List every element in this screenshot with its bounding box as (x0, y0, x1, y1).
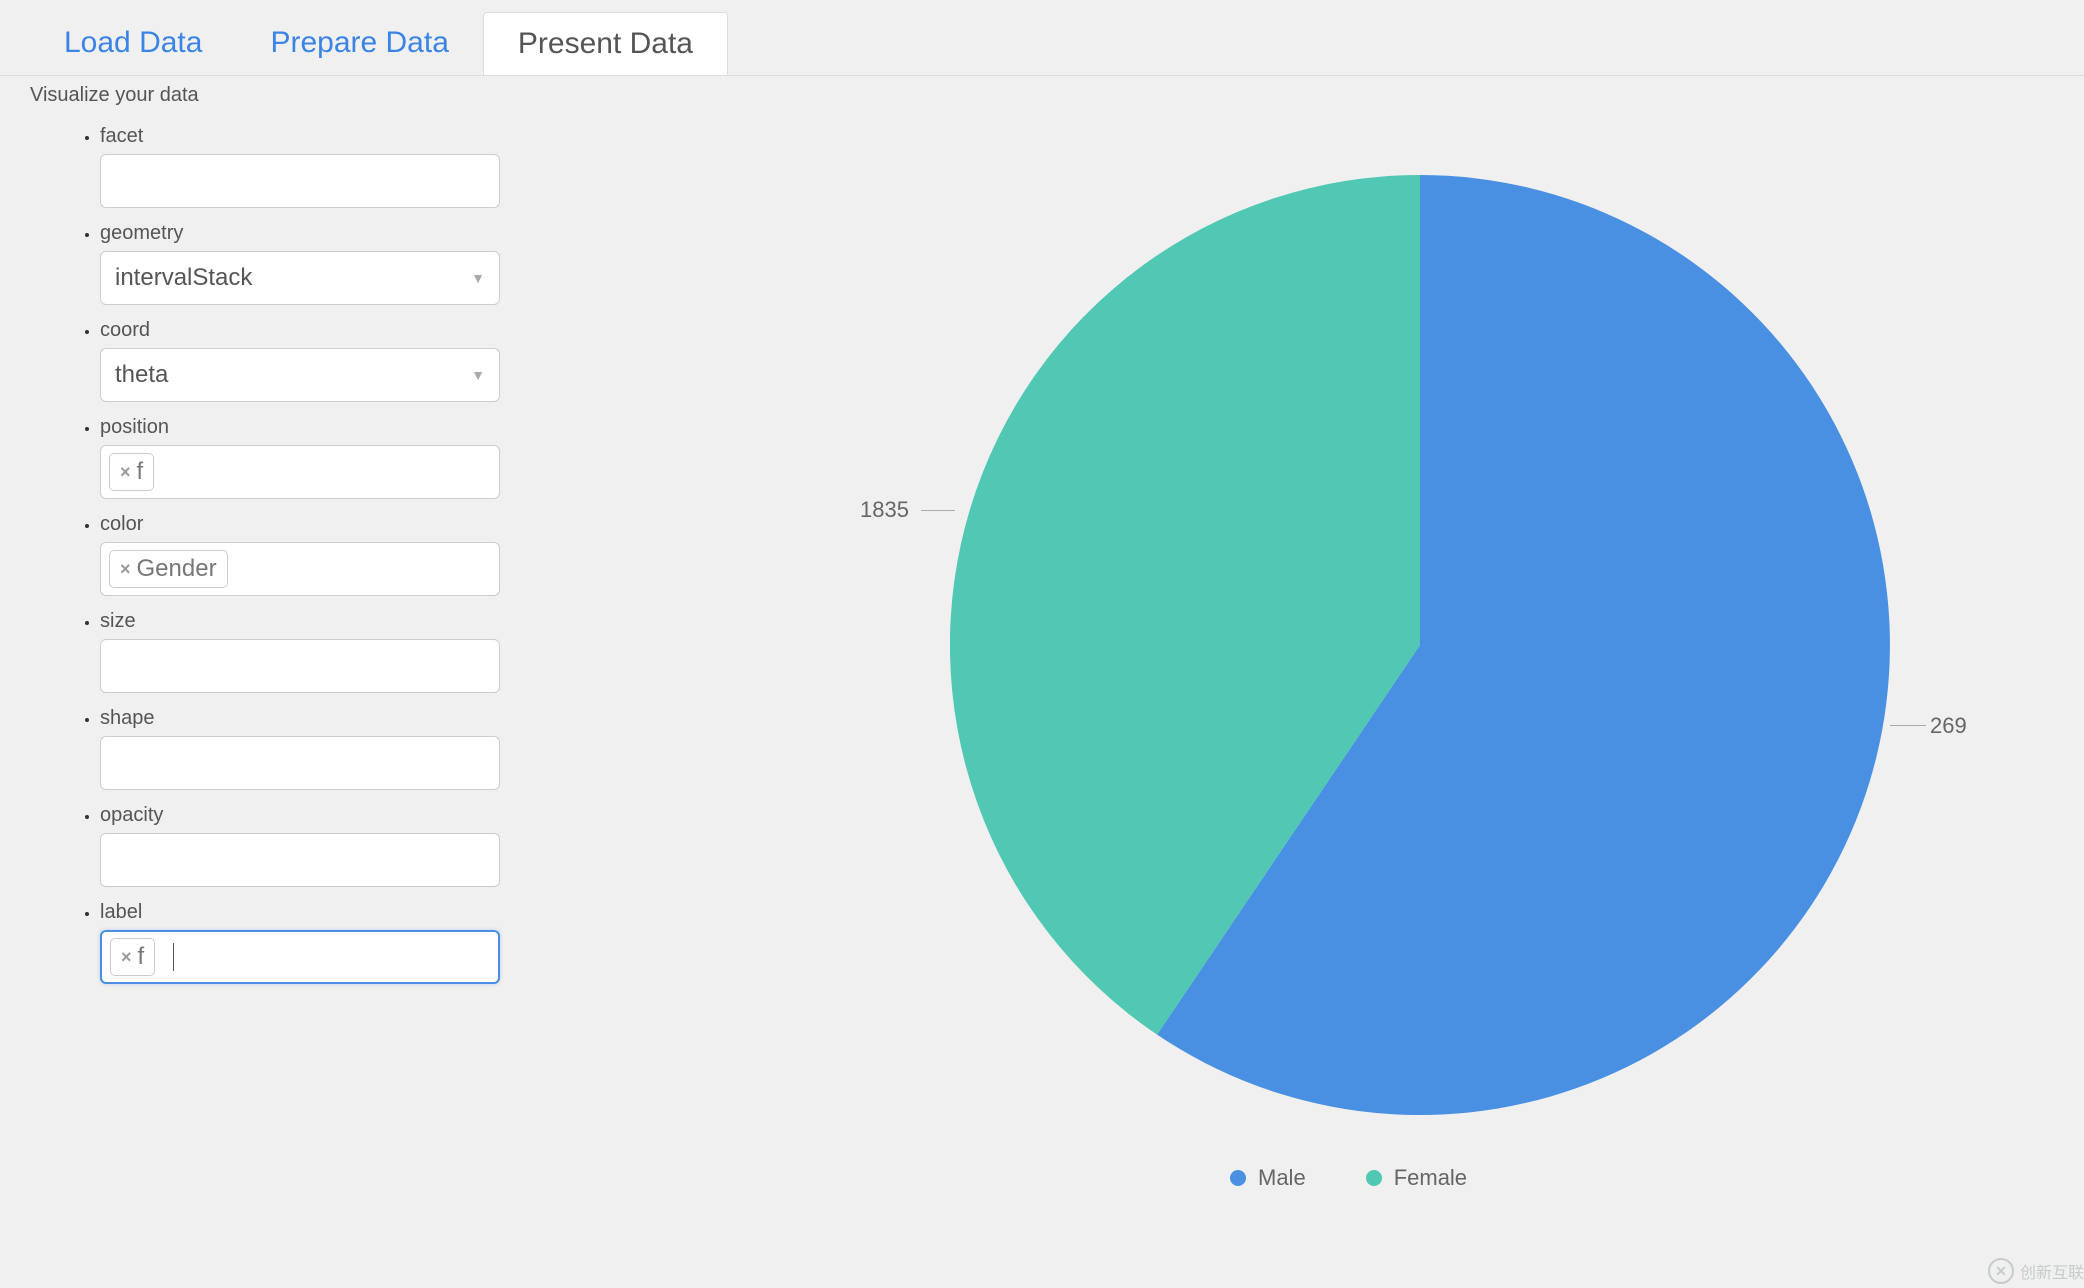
tag-position-f[interactable]: × f (109, 453, 154, 491)
label-position: position (100, 416, 570, 439)
tag-label-f[interactable]: × f (110, 938, 155, 976)
tabs-bar: Load Data Prepare Data Present Data (0, 0, 2084, 76)
input-opacity[interactable] (100, 833, 500, 887)
select-coord[interactable]: theta ▼ (100, 348, 500, 402)
section-subheading: Visualize your data (0, 76, 2084, 115)
legend-label-female: Female (1394, 1165, 1467, 1191)
close-icon[interactable]: × (121, 947, 132, 968)
select-geometry[interactable]: intervalStack ▼ (100, 251, 500, 305)
input-shape[interactable] (100, 736, 500, 790)
label-label: label (100, 901, 570, 924)
leader-line-female (921, 510, 955, 511)
chevron-down-icon: ▼ (471, 367, 485, 383)
chart-legend: Male Female (1230, 1165, 1467, 1191)
close-icon[interactable]: × (120, 559, 131, 580)
leader-line-male (1890, 725, 1926, 726)
tag-label: f (138, 943, 145, 971)
chevron-down-icon: ▼ (471, 270, 485, 286)
input-label[interactable]: × f (100, 930, 500, 984)
legend-swatch-female (1366, 1170, 1382, 1186)
input-position[interactable]: × f (100, 445, 500, 499)
label-color: color (100, 513, 570, 536)
label-geometry: geometry (100, 222, 570, 245)
pie-chart (950, 175, 1890, 1115)
pie-label-female: 1835 (860, 497, 909, 523)
select-coord-value: theta (115, 361, 168, 389)
tab-prepare-data[interactable]: Prepare Data (236, 12, 482, 75)
legend-item-female[interactable]: Female (1366, 1165, 1467, 1191)
legend-item-male[interactable]: Male (1230, 1165, 1306, 1191)
watermark: ✕ 创新互联 (1988, 1258, 2084, 1284)
tag-label: f (137, 458, 144, 486)
legend-label-male: Male (1258, 1165, 1306, 1191)
legend-swatch-male (1230, 1170, 1246, 1186)
watermark-icon: ✕ (1988, 1258, 2014, 1284)
input-size[interactable] (100, 639, 500, 693)
select-geometry-value: intervalStack (115, 264, 252, 292)
text-cursor (173, 943, 174, 971)
pie-label-male: 269 (1930, 713, 1967, 739)
watermark-text: 创新互联 (2020, 1259, 2084, 1283)
label-shape: shape (100, 707, 570, 730)
chart-config-form: facet geometry intervalStack ▼ coord the… (30, 125, 570, 1205)
close-icon[interactable]: × (120, 462, 131, 483)
label-coord: coord (100, 319, 570, 342)
tab-present-data[interactable]: Present Data (483, 12, 728, 75)
label-size: size (100, 610, 570, 633)
label-opacity: opacity (100, 804, 570, 827)
tag-label: Gender (137, 555, 217, 583)
tag-color-gender[interactable]: × Gender (109, 550, 228, 588)
label-facet: facet (100, 125, 570, 148)
input-color[interactable]: × Gender (100, 542, 500, 596)
tab-load-data[interactable]: Load Data (30, 12, 236, 75)
input-facet[interactable] (100, 154, 500, 208)
chart-area: 1835 269 Male Female (570, 125, 2054, 1205)
